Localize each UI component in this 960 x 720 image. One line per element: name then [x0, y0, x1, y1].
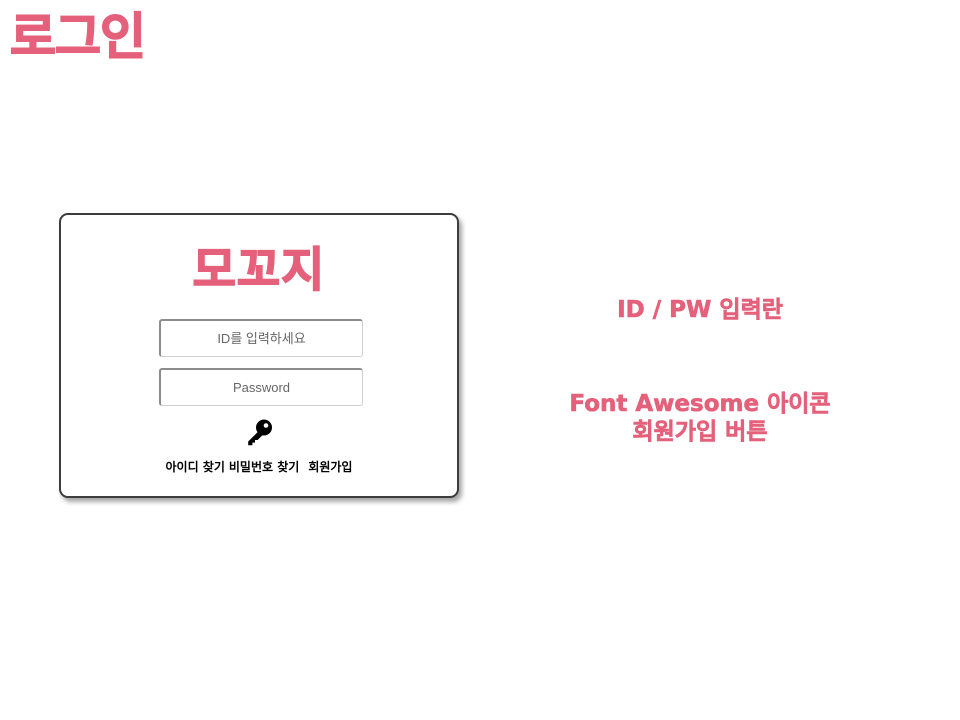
find-password-link[interactable]: 비밀번호 찾기 — [229, 460, 299, 474]
signup-link[interactable]: 회원가입 — [308, 460, 352, 474]
icon-annotation-line2: 회원가입 버튼 — [632, 419, 768, 446]
inputs-annotation: ID / PW 입력란 — [617, 297, 783, 324]
password-input[interactable] — [159, 368, 363, 406]
page-title: 로그인 — [9, 8, 147, 66]
id-input[interactable] — [159, 319, 363, 357]
key-icon[interactable] — [245, 417, 275, 447]
icon-annotation-line1: Font Awesome 아이콘 — [569, 391, 831, 418]
brand-title: 모꼬지 — [192, 243, 326, 298]
account-links: 아이디 찾기 비밀번호 찾기 회원가입 — [61, 461, 457, 473]
login-card: 모꼬지 아이디 찾기 비밀번호 찾기 회원가입 — [59, 213, 459, 498]
find-id-link[interactable]: 아이디 찾기 — [166, 460, 225, 474]
icon-annotation: Font Awesome 아이콘 회원가입 버튼 — [540, 390, 860, 446]
